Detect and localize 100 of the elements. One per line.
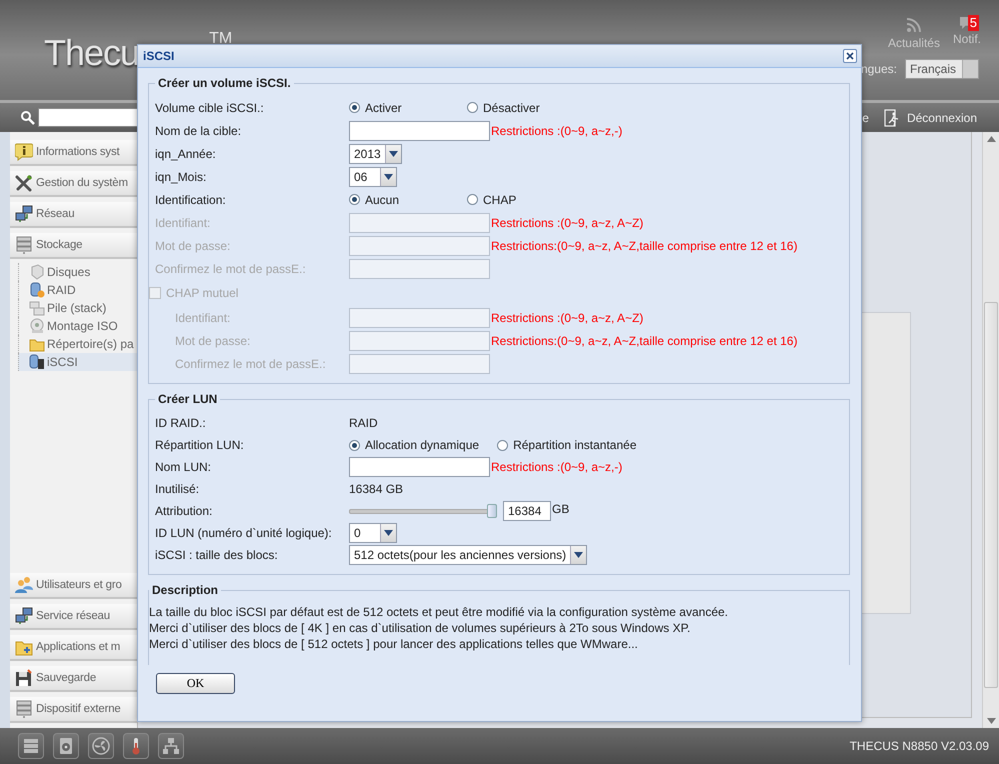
exit-icon: [882, 108, 901, 126]
radio-button[interactable]: [349, 440, 360, 450]
radio-button[interactable]: [467, 194, 478, 205]
notification-button[interactable]: Notif. 5: [952, 17, 981, 50]
radio-label: CHAP: [483, 192, 516, 206]
radio-button[interactable]: [497, 440, 508, 450]
network-icon: [162, 737, 180, 755]
language-dropdown[interactable]: Français: [904, 59, 979, 79]
field-label: iqn_Mois:: [155, 170, 208, 184]
sidebar-item[interactable]: Applications et m: [10, 635, 137, 661]
status-button[interactable]: [158, 733, 184, 759]
dropdown[interactable]: 512 octets(pour les anciennes versions): [349, 545, 588, 565]
info-icon: [15, 143, 33, 161]
trademark: TM: [209, 30, 232, 48]
sidebar-item[interactable]: Informations syst: [10, 140, 137, 166]
field-label: Mot de passe:: [155, 238, 232, 252]
checkbox-label: CHAP mutuel: [166, 286, 238, 300]
dialog-title: iSCSI: [143, 49, 174, 63]
description-text: Merci d`utiliser des blocs de [ 512 octets ] pour lancer des applications telles que WMware...: [149, 637, 639, 651]
language-label: ngues:: [860, 62, 897, 76]
sidebar-item[interactable]: Utilisateurs et gro: [10, 573, 137, 599]
restriction-hint: Restrictions:(0~9, a~z, A~Z,taille comprise entre 12 et 16): [491, 238, 798, 252]
toolbar-label[interactable]: e: [862, 110, 869, 124]
input-field[interactable]: [349, 120, 490, 140]
network-icon: [15, 205, 33, 223]
restriction-hint: Restrictions:(0~9, a~z, A~Z,taille comprise entre 12 et 16): [491, 334, 798, 348]
field-label: ID LUN (numéro d`unité logique):: [155, 526, 333, 540]
search-icon: [20, 110, 36, 126]
down-arrow-icon[interactable]: [986, 718, 996, 724]
radio-button[interactable]: [349, 102, 360, 113]
close-icon: [846, 52, 854, 60]
radio-label: Activer: [365, 100, 402, 114]
tree-item[interactable]: iSCSI: [18, 353, 137, 371]
input-field[interactable]: [349, 457, 490, 477]
sidebar-item[interactable]: Gestion du systèm: [10, 171, 137, 197]
tools-icon: [15, 174, 33, 192]
model-version: THECUS N8850 V2.03.09: [850, 739, 989, 753]
sidebar-item[interactable]: Service réseau: [10, 604, 137, 630]
stack-icon: [29, 300, 45, 316]
scrollbar-thumb[interactable]: [984, 302, 998, 688]
number-field[interactable]: 16384: [503, 501, 551, 521]
logout-link[interactable]: Déconnexion: [906, 110, 977, 124]
field-label: Volume cible iSCSI.:: [155, 100, 265, 114]
radio-label: Désactiver: [483, 100, 540, 114]
field-label: Identifiant:: [155, 216, 212, 230]
database-icon: [29, 282, 45, 298]
ok-button[interactable]: OK: [156, 673, 235, 694]
radio-button[interactable]: [349, 194, 360, 205]
status-button[interactable]: [18, 733, 44, 759]
field-label: Confirmez le mot de passE.:: [174, 356, 327, 370]
restriction-hint: Restrictions :(0~9, a~z,-): [491, 460, 622, 474]
network-icon: [15, 607, 33, 625]
status-button[interactable]: [53, 733, 79, 759]
field-label: Attribution:: [155, 504, 214, 518]
description-text: Merci d`utiliser des blocs de [ 4K ] en cas d`utilisation de volumes supérieurs à 2To sous Windows XP.: [149, 621, 692, 635]
field-label: ID RAID.:: [155, 416, 207, 430]
status-button[interactable]: [123, 733, 149, 759]
radio-label: Répartition instantanée: [513, 438, 636, 452]
section-title: Créer LUN: [157, 392, 218, 406]
up-arrow-icon[interactable]: [986, 136, 996, 142]
field-value: 16384 GB: [349, 482, 404, 496]
description-text: La taille du bloc iSCSI par défaut est de 512 octets et peut être modifié via la configuration système avancée.: [149, 605, 730, 619]
status-button[interactable]: [88, 733, 114, 759]
server-icon: [15, 236, 33, 254]
field-label: Mot de passe:: [174, 334, 252, 348]
scrollbar[interactable]: [982, 132, 999, 728]
caret-icon: [574, 552, 584, 558]
dropdown[interactable]: 06: [349, 166, 397, 186]
field-label: iqn_Année:: [155, 146, 217, 160]
users-icon: [15, 576, 33, 594]
sidebar-item[interactable]: Dispositif externe: [10, 697, 137, 723]
disc-icon: [29, 318, 45, 334]
dropdown[interactable]: 0: [349, 523, 397, 543]
field-label: Nom de la cible:: [155, 124, 242, 138]
rss-icon: [906, 17, 922, 33]
count-badge: 5: [968, 15, 979, 31]
sidebar-item[interactable]: Sauvegarde: [10, 666, 137, 692]
slider-thumb[interactable]: [487, 504, 497, 518]
section-title: Créer un volume iSCSI.: [157, 76, 292, 90]
restriction-hint: Restrictions :(0~9, a~z, A~Z): [491, 216, 644, 230]
field-label: Identifiant:: [174, 310, 232, 324]
field-label: iSCSI : taille des blocs:: [155, 548, 279, 562]
server-icon: [22, 737, 40, 755]
fan-icon: [92, 737, 110, 755]
section-title: Description: [151, 583, 220, 597]
database-icon: [29, 354, 45, 370]
logo: Thecu: [44, 32, 140, 74]
floppy-icon: [15, 669, 33, 687]
unit-label: GB: [552, 502, 570, 516]
caret-icon: [384, 174, 393, 180]
sidebar-item[interactable]: Réseau: [10, 202, 137, 228]
restriction-hint: Restrictions :(0~9, a~z,-): [491, 124, 622, 138]
dropdown[interactable]: 2013: [349, 144, 402, 164]
sidebar-item[interactable]: Stockage: [10, 233, 137, 259]
restriction-hint: Restrictions :(0~9, a~z, A~Z): [491, 310, 644, 324]
close-button[interactable]: [843, 49, 857, 63]
radio-button[interactable]: [467, 102, 478, 113]
slider[interactable]: [349, 504, 497, 518]
server-icon: [15, 700, 33, 718]
field-label: Inutilisé:: [155, 482, 200, 496]
